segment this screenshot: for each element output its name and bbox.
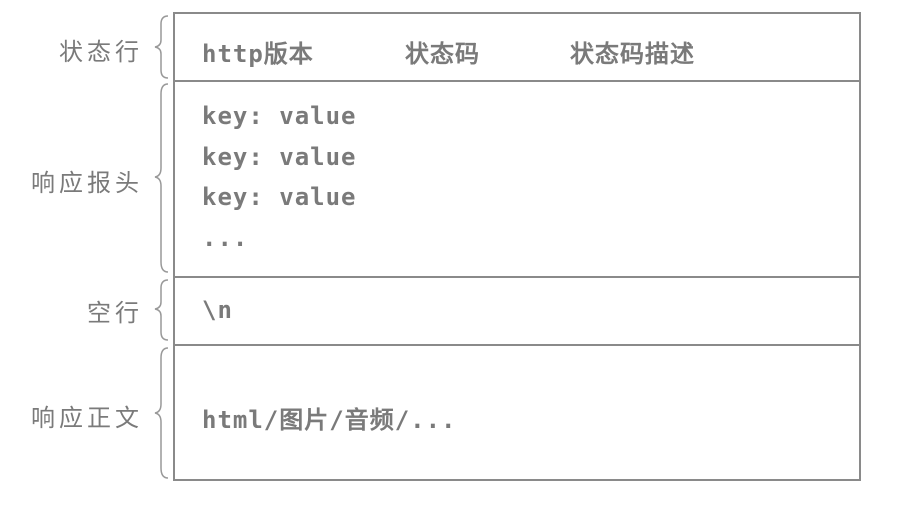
brace-status-line xyxy=(154,15,169,79)
brace-headers xyxy=(154,83,169,273)
header-line: key: value xyxy=(202,143,357,171)
status-code: 状态码 xyxy=(405,40,480,68)
header-line: key: value xyxy=(202,183,357,211)
headers-row: key: value key: value key: value ... xyxy=(175,82,859,278)
label-body: 响应正文 xyxy=(31,404,143,432)
body-row: html/图片/音频/... xyxy=(175,346,859,481)
brace-body xyxy=(154,347,169,479)
body-content: html/图片/音频/... xyxy=(202,406,457,434)
header-line: key: value xyxy=(202,102,357,130)
response-structure: http版本 状态码 状态码描述 key: value key: value k… xyxy=(173,12,861,481)
status-line-row: http版本 状态码 状态码描述 xyxy=(175,14,859,82)
label-blank-line: 空行 xyxy=(87,299,143,327)
header-ellipsis: ... xyxy=(202,224,249,252)
label-status-line: 状态行 xyxy=(59,38,143,66)
brace-blank-line xyxy=(154,279,169,341)
status-description: 状态码描述 xyxy=(570,40,695,68)
newline: \n xyxy=(202,296,233,324)
http-version: http版本 xyxy=(202,40,314,68)
blank-line-row: \n xyxy=(175,278,859,346)
label-headers: 响应报头 xyxy=(31,169,143,197)
